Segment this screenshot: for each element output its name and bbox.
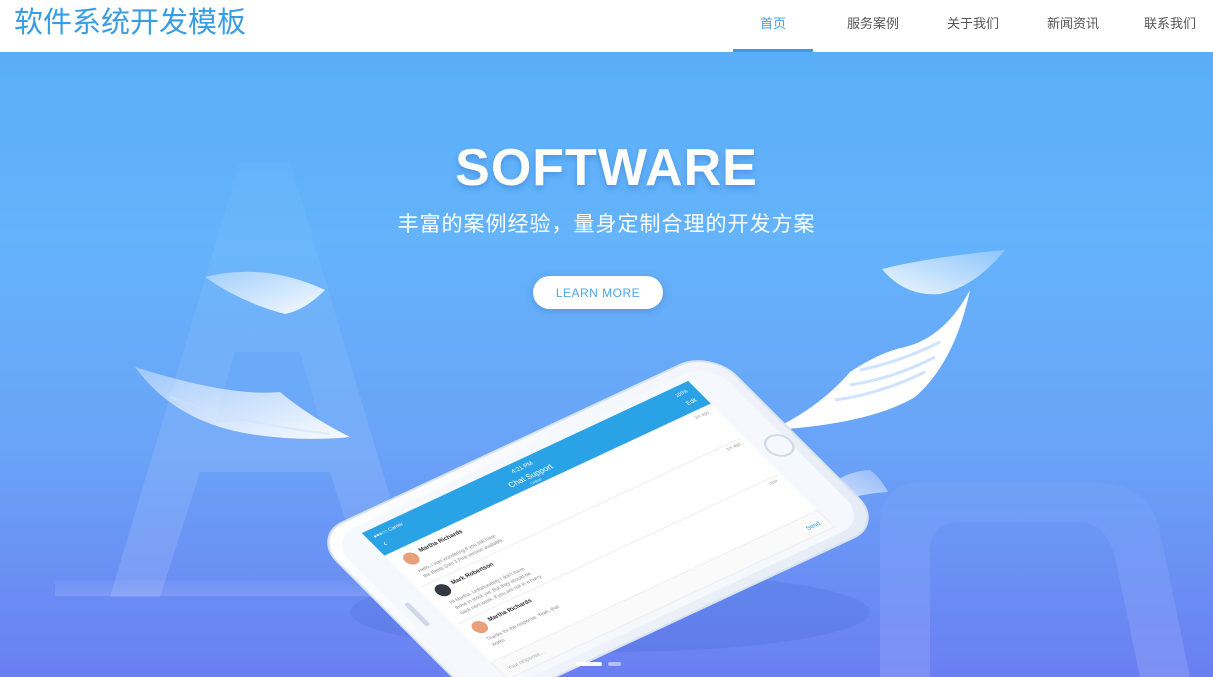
nav-item-news[interactable]: 新闻资讯 [1033,0,1113,52]
main-nav: 首页 服务案例 关于我们 新闻资讯 联系我们 [713,0,1213,52]
nav-item-contact[interactable]: 联系我们 [1133,0,1207,52]
paper-right-large [772,290,970,430]
site-header: 软件系统开发模板 首页 服务案例 关于我们 新闻资讯 联系我们 [0,0,1213,52]
site-logo[interactable]: 软件系统开发模板 [14,2,246,42]
nav-item-cases[interactable]: 服务案例 [833,0,913,52]
nav-item-home[interactable]: 首页 [733,0,813,52]
background-letter-n [880,482,1190,677]
hero-title: SOFTWARE [455,139,758,197]
hero-banner: 4:21 PM ●●●○○ Carrier 100% Chat Support … [0,52,1213,677]
slider-pagination [576,662,621,666]
hero-subtitle: 丰富的案例经验，量身定制合理的开发方案 [397,212,816,236]
nav-item-about[interactable]: 关于我们 [933,0,1013,52]
slider-dot-1[interactable] [576,662,602,666]
learn-more-button[interactable]: LEARN MORE [533,276,663,309]
slider-dot-2[interactable] [608,662,621,666]
paper-right-top [882,250,1005,295]
